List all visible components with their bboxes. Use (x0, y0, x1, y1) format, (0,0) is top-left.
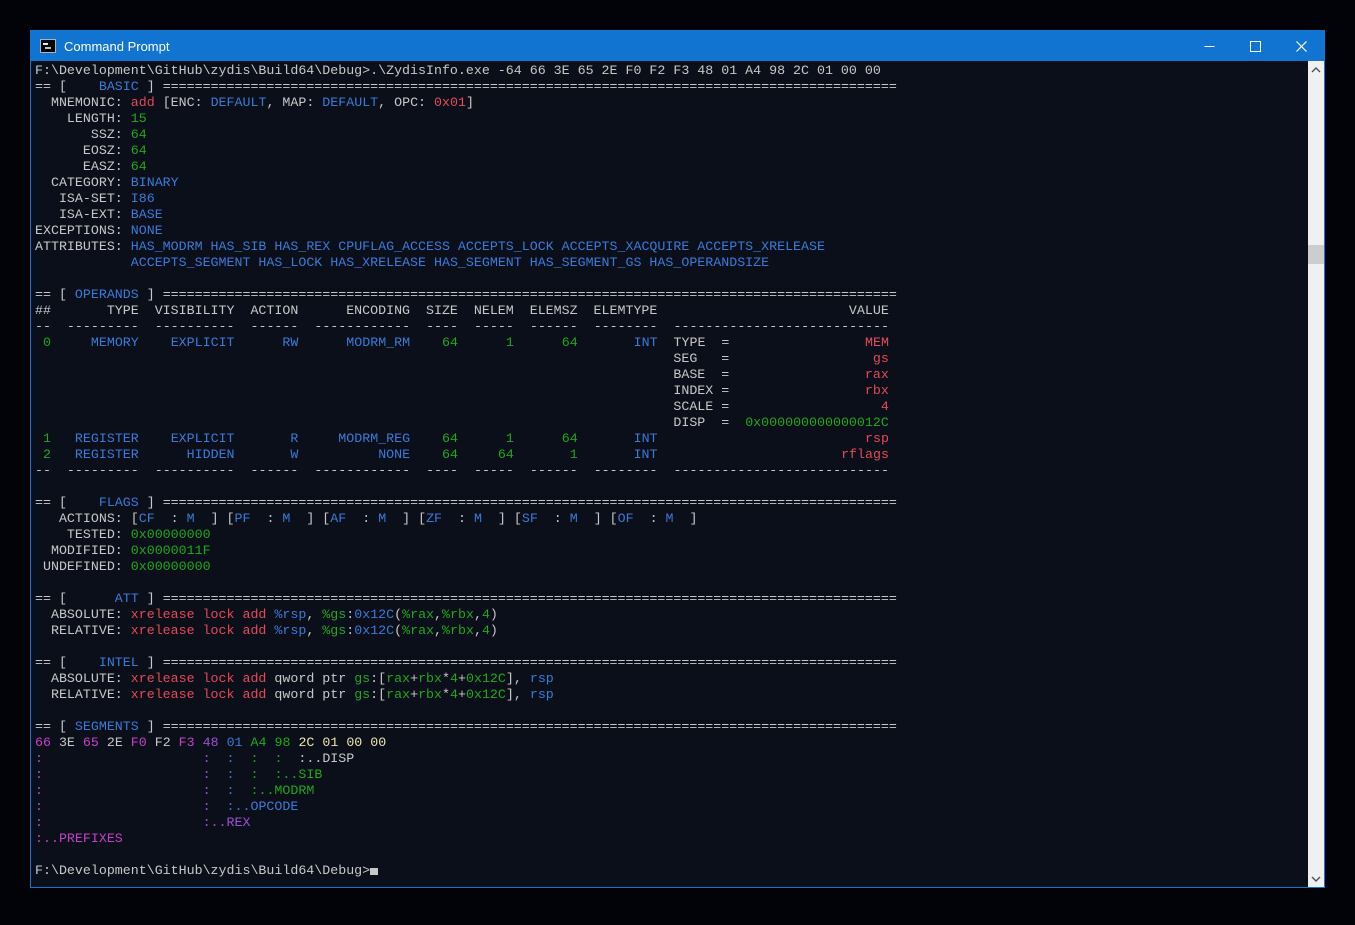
title-bar[interactable]: Command Prompt (31, 31, 1324, 61)
terminal-line: ABSOLUTE: xrelease lock add qword ptr gs… (35, 671, 1308, 687)
terminal-line: UNDEFINED: 0x00000000 (35, 559, 1308, 575)
terminal-output[interactable]: F:\Development\GitHub\zydis\Build64\Debu… (31, 61, 1308, 887)
cmd-icon (40, 39, 56, 53)
terminal-line: 2 REGISTER HIDDEN W NONE 64 64 1 INT rfl… (35, 447, 1308, 463)
terminal-line: EASZ: 64 (35, 159, 1308, 175)
terminal-line: ISA-EXT: BASE (35, 207, 1308, 223)
terminal-line: == [ ATT ] =============================… (35, 591, 1308, 607)
terminal-line: BASE = rax (35, 367, 1308, 383)
terminal-line: RELATIVE: xrelease lock add %rsp, %gs:0x… (35, 623, 1308, 639)
terminal-line: MODIFIED: 0x0000011F (35, 543, 1308, 559)
terminal-line: ISA-SET: I86 (35, 191, 1308, 207)
terminal-line: TESTED: 0x00000000 (35, 527, 1308, 543)
terminal-line: F:\Development\GitHub\zydis\Build64\Debu… (35, 863, 1308, 879)
terminal-line: == [ INTEL ] ===========================… (35, 655, 1308, 671)
command-prompt-window: Command Prompt F:\Development\GitHub\zyd… (30, 30, 1325, 888)
scrollbar-thumb[interactable] (1308, 245, 1324, 264)
chevron-up-icon (1311, 67, 1321, 73)
window-controls (1186, 31, 1324, 61)
terminal-line: -- --------- ---------- ------ ---------… (35, 463, 1308, 479)
maximize-icon (1250, 41, 1261, 52)
terminal-line: 1 REGISTER EXPLICIT R MODRM_REG 64 1 64 … (35, 431, 1308, 447)
terminal-line (35, 703, 1308, 719)
vertical-scrollbar[interactable] (1308, 61, 1324, 887)
terminal-line (35, 639, 1308, 655)
terminal-line: :..PREFIXES (35, 831, 1308, 847)
terminal-line: -- --------- ---------- ------ ---------… (35, 319, 1308, 335)
terminal-line: 66 3E 65 2E F0 F2 F3 48 01 A4 98 2C 01 0… (35, 735, 1308, 751)
scroll-up-button[interactable] (1308, 61, 1324, 78)
terminal-line: == [ SEGMENTS ] ========================… (35, 719, 1308, 735)
terminal-line: ## TYPE VISIBILITY ACTION ENCODING SIZE … (35, 303, 1308, 319)
terminal-line: : :..REX (35, 815, 1308, 831)
terminal-line: ACTIONS: [CF : M ] [PF : M ] [AF : M ] [… (35, 511, 1308, 527)
terminal-line: EOSZ: 64 (35, 143, 1308, 159)
scroll-down-button[interactable] (1308, 870, 1324, 887)
minimize-button[interactable] (1186, 31, 1232, 61)
window-title: Command Prompt (64, 39, 1186, 54)
terminal-line (35, 575, 1308, 591)
console-body: F:\Development\GitHub\zydis\Build64\Debu… (31, 61, 1324, 887)
terminal-line: : : : : :..SIB (35, 767, 1308, 783)
terminal-line: EXCEPTIONS: NONE (35, 223, 1308, 239)
terminal-line: : : : :..MODRM (35, 783, 1308, 799)
terminal-line: F:\Development\GitHub\zydis\Build64\Debu… (35, 63, 1308, 79)
text-cursor (370, 868, 378, 875)
terminal-line: == [ FLAGS ] ===========================… (35, 495, 1308, 511)
chevron-down-icon (1311, 876, 1321, 882)
terminal-line (35, 847, 1308, 863)
terminal-line: SCALE = 4 (35, 399, 1308, 415)
terminal-line (35, 479, 1308, 495)
terminal-line (35, 271, 1308, 287)
terminal-line: ABSOLUTE: xrelease lock add %rsp, %gs:0x… (35, 607, 1308, 623)
terminal-line: : : :..OPCODE (35, 799, 1308, 815)
terminal-line: LENGTH: 15 (35, 111, 1308, 127)
terminal-line: INDEX = rbx (35, 383, 1308, 399)
terminal-line: CATEGORY: BINARY (35, 175, 1308, 191)
maximize-button[interactable] (1232, 31, 1278, 61)
terminal-line: : : : : : :..DISP (35, 751, 1308, 767)
terminal-line: SEG = gs (35, 351, 1308, 367)
terminal-line: ACCEPTS_SEGMENT HAS_LOCK HAS_XRELEASE HA… (35, 255, 1308, 271)
terminal-line: ATTRIBUTES: HAS_MODRM HAS_SIB HAS_REX CP… (35, 239, 1308, 255)
terminal-line: 0 MEMORY EXPLICIT RW MODRM_RM 64 1 64 IN… (35, 335, 1308, 351)
terminal-line: DISP = 0x000000000000012C (35, 415, 1308, 431)
terminal-line: RELATIVE: xrelease lock add qword ptr gs… (35, 687, 1308, 703)
terminal-line: == [ BASIC ] ===========================… (35, 79, 1308, 95)
close-icon (1296, 41, 1307, 52)
terminal-line: == [ OPERANDS ] ========================… (35, 287, 1308, 303)
close-button[interactable] (1278, 31, 1324, 61)
minimize-icon (1204, 41, 1215, 52)
terminal-line: MNEMONIC: add [ENC: DEFAULT, MAP: DEFAUL… (35, 95, 1308, 111)
terminal-line: SSZ: 64 (35, 127, 1308, 143)
